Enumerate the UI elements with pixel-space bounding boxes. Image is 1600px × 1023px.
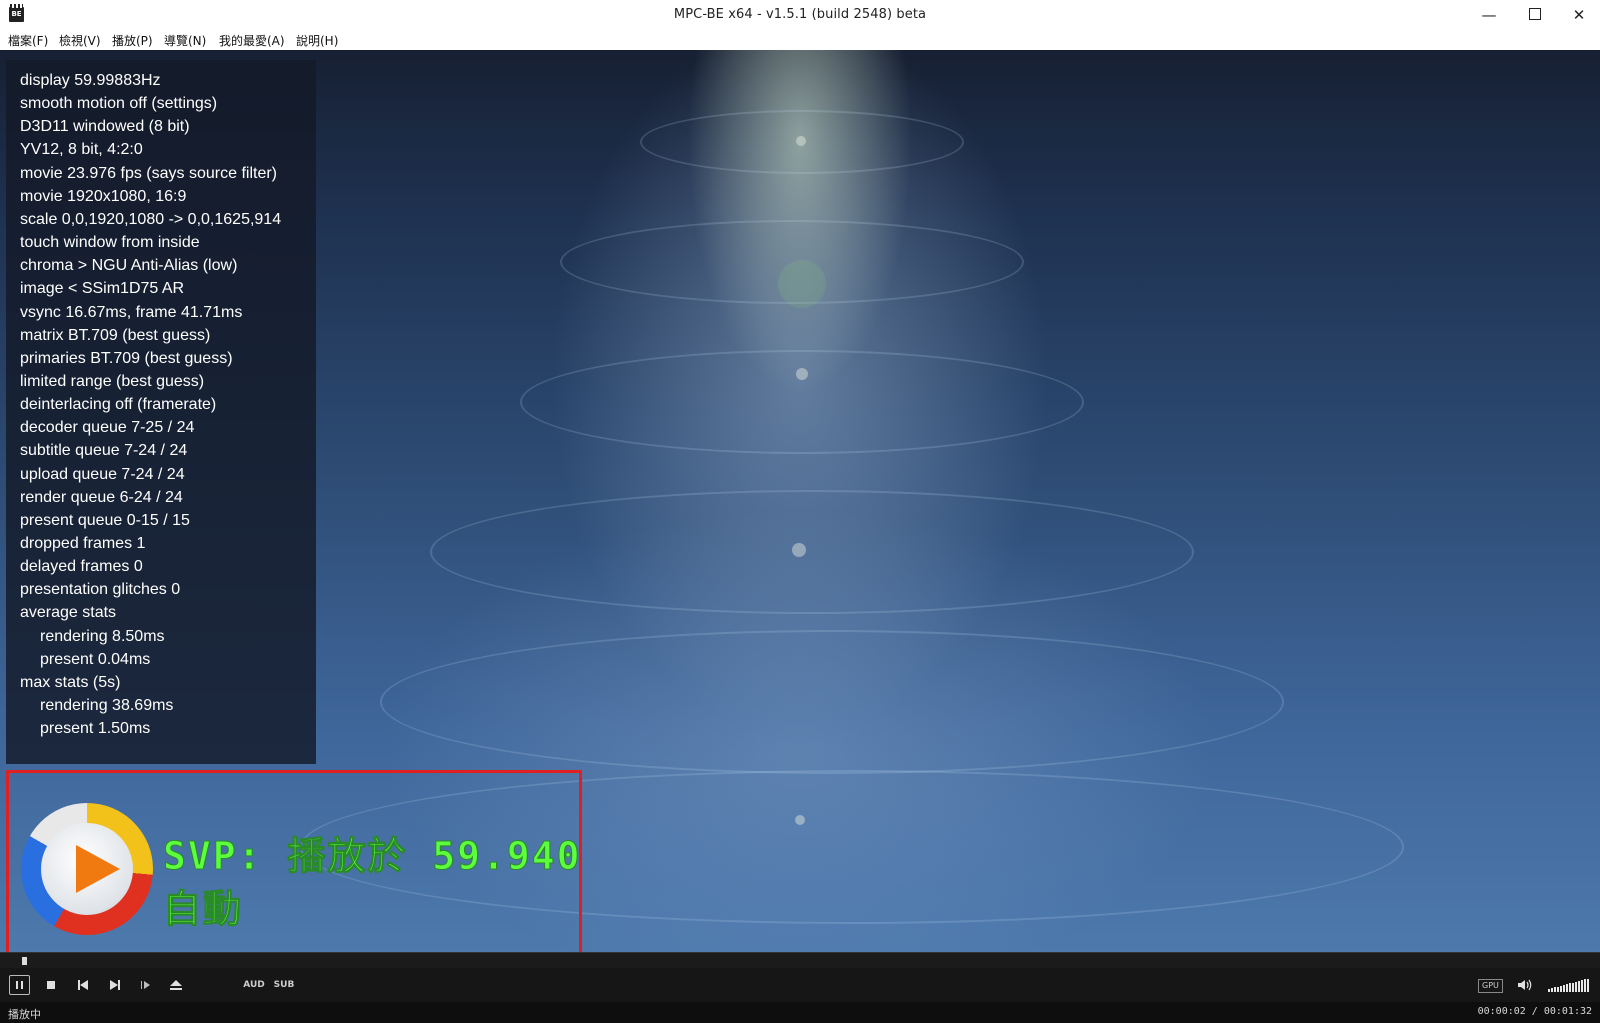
water-caustic bbox=[520, 350, 1084, 454]
stat-line: display 59.99883Hz bbox=[20, 72, 161, 89]
stat-line: YV12, 8 bit, 4:2:0 bbox=[20, 141, 143, 158]
next-button[interactable] bbox=[106, 975, 124, 995]
volume-level-bar bbox=[1557, 986, 1559, 992]
water-caustic bbox=[380, 630, 1284, 774]
stat-line: movie 1920x1080, 16:9 bbox=[20, 188, 187, 205]
lens-flare bbox=[796, 136, 806, 146]
next-icon bbox=[110, 980, 120, 990]
maximize-icon bbox=[1529, 8, 1541, 20]
close-icon: ✕ bbox=[1572, 6, 1586, 24]
volume-level-bar bbox=[1554, 987, 1556, 992]
stat-line: smooth motion off (settings) bbox=[20, 95, 218, 112]
playback-state: 播放中 bbox=[8, 1008, 41, 1021]
volume-level-bar bbox=[1548, 989, 1550, 992]
maximize-button[interactable] bbox=[1512, 0, 1558, 30]
menu-file[interactable]: 檔案(F) bbox=[8, 32, 48, 49]
mute-button[interactable] bbox=[1515, 975, 1535, 995]
stat-line: image < SSim1D75 AR bbox=[20, 280, 185, 297]
svp-logo-disc bbox=[41, 823, 133, 915]
menu-view[interactable]: 檢視(V) bbox=[59, 32, 101, 49]
status-bar: 播放中 00:00:02 / 00:01:32 bbox=[0, 1002, 1600, 1023]
volume-level-bar bbox=[1563, 985, 1565, 992]
stat-line: D3D11 windowed (8 bit) bbox=[20, 118, 190, 135]
stop-icon bbox=[47, 981, 55, 989]
stat-line: movie 23.976 fps (says source filter) bbox=[20, 165, 277, 182]
stat-line: upload queue 7-24 / 24 bbox=[20, 466, 185, 483]
close-button[interactable]: ✕ bbox=[1556, 0, 1600, 30]
speaker-icon bbox=[1518, 979, 1532, 991]
stat-line: primaries BT.709 (best guess) bbox=[20, 350, 233, 367]
volume-slider[interactable] bbox=[1548, 978, 1592, 992]
svp-mode-text: 自動 bbox=[162, 887, 244, 932]
window-title: MPC-BE x64 - v1.5.1 (build 2548) beta bbox=[673, 7, 927, 22]
eject-icon bbox=[170, 980, 182, 990]
menu-bar: 檔案(F) 檢視(V) 播放(P) 導覽(N) 我的最愛(A) 說明(H) bbox=[0, 30, 1600, 50]
volume-level-bar bbox=[1569, 983, 1571, 992]
stat-line: render queue 6-24 / 24 bbox=[20, 489, 183, 506]
stat-line: presentation glitches 0 bbox=[20, 581, 181, 598]
stat-line: delayed frames 0 bbox=[20, 558, 143, 575]
subtitle-track-button[interactable]: SUB bbox=[272, 975, 296, 995]
audio-track-button[interactable]: AUD bbox=[242, 975, 266, 995]
frame-step-button[interactable] bbox=[137, 975, 155, 995]
stat-line: max stats (5s) bbox=[20, 674, 121, 691]
volume-level-bar bbox=[1560, 985, 1562, 992]
menu-play[interactable]: 播放(P) bbox=[112, 32, 153, 49]
renderer-stats-panel: display 59.99883Hz smooth motion off (se… bbox=[6, 60, 316, 764]
stat-line: subtitle queue 7-24 / 24 bbox=[20, 442, 188, 459]
control-bar: AUD SUB GPU bbox=[0, 968, 1600, 1002]
pause-icon bbox=[16, 981, 23, 989]
previous-button[interactable] bbox=[74, 975, 92, 995]
stat-line: touch window from inside bbox=[20, 234, 200, 251]
menu-favorites[interactable]: 我的最愛(A) bbox=[219, 32, 285, 49]
svp-notification: SVP: 播放於 59.940 自動 bbox=[6, 770, 582, 967]
water-caustic bbox=[430, 490, 1194, 614]
stat-line: rendering 38.69ms bbox=[40, 697, 174, 714]
previous-icon bbox=[78, 980, 88, 990]
gpu-indicator[interactable]: GPU bbox=[1478, 979, 1503, 993]
volume-level-bar bbox=[1551, 988, 1553, 992]
lens-flare bbox=[778, 260, 826, 308]
frame-step-icon bbox=[141, 981, 150, 989]
stop-button[interactable] bbox=[42, 975, 60, 995]
stat-line: dropped frames 1 bbox=[20, 535, 146, 552]
stat-line: deinterlacing off (framerate) bbox=[20, 396, 217, 413]
stat-line: rendering 8.50ms bbox=[40, 628, 165, 645]
stat-line: present 1.50ms bbox=[40, 720, 151, 737]
volume-level-bar bbox=[1566, 984, 1568, 992]
stat-line: average stats bbox=[20, 604, 117, 621]
seek-bar[interactable] bbox=[0, 952, 1600, 969]
lens-flare bbox=[796, 368, 808, 380]
volume-level-bar bbox=[1581, 980, 1583, 992]
stat-line: vsync 16.67ms, frame 41.71ms bbox=[20, 304, 243, 321]
time-display: 00:00:02 / 00:01:32 bbox=[1477, 1006, 1592, 1017]
seek-thumb[interactable] bbox=[22, 957, 27, 965]
svp-logo-icon bbox=[21, 803, 153, 935]
stat-line: limited range (best guess) bbox=[20, 373, 205, 390]
eject-button[interactable] bbox=[167, 975, 185, 995]
lens-flare bbox=[792, 543, 806, 557]
volume-level-bar bbox=[1572, 982, 1574, 992]
stat-line: decoder queue 7-25 / 24 bbox=[20, 419, 195, 436]
stat-line: present 0.04ms bbox=[40, 651, 151, 668]
stat-line: matrix BT.709 (best guess) bbox=[20, 327, 211, 344]
title-bar: BE MPC-BE x64 - v1.5.1 (build 2548) beta… bbox=[0, 0, 1600, 31]
volume-level-bar bbox=[1578, 981, 1580, 992]
volume-level-bar bbox=[1584, 979, 1586, 992]
menu-navigate[interactable]: 導覽(N) bbox=[164, 32, 206, 49]
stat-line: present queue 0-15 / 15 bbox=[20, 512, 190, 529]
stat-line: chroma > NGU Anti-Alias (low) bbox=[20, 257, 238, 274]
svp-play-icon bbox=[76, 845, 120, 893]
stat-line: scale 0,0,1920,1080 -> 0,0,1625,914 bbox=[20, 211, 282, 228]
minimize-icon: — bbox=[1481, 6, 1497, 24]
volume-level-bar bbox=[1575, 981, 1577, 992]
menu-help[interactable]: 說明(H) bbox=[296, 32, 338, 49]
volume-level-bar bbox=[1587, 978, 1589, 992]
minimize-button[interactable]: — bbox=[1466, 0, 1512, 30]
svp-status-text: SVP: 播放於 59.940 bbox=[163, 834, 582, 879]
pause-button[interactable] bbox=[9, 975, 30, 995]
lens-flare bbox=[795, 815, 805, 825]
